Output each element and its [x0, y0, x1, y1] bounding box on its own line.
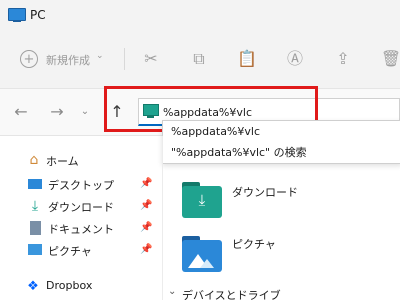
paste-icon[interactable]: 📋: [236, 48, 258, 70]
sidebar-item-home[interactable]: ⌂ ホーム: [0, 150, 160, 172]
chevron-down-icon: ⌄: [96, 51, 104, 61]
copy-icon[interactable]: ⧉: [188, 48, 210, 70]
delete-icon[interactable]: 🗑: [380, 48, 400, 70]
pictures-folder-icon: [182, 236, 222, 272]
content-folder-pictures[interactable]: ピクチャ: [178, 234, 388, 274]
sidebar-item-label: Dropbox: [46, 279, 93, 292]
suggestion-item[interactable]: "%appdata%¥vlc" の検索: [171, 144, 307, 160]
pictures-icon: [28, 244, 42, 255]
sidebar-item-label: ダウンロード: [48, 201, 114, 214]
pane-divider: [162, 136, 163, 300]
sidebar: ⌂ ホーム デスクトップ 📌 ⤓ ダウンロード 📌 ドキュメント 📌 ピクチャ …: [0, 140, 160, 300]
sidebar-item-label: ピクチャ: [48, 245, 92, 258]
sidebar-item-pictures[interactable]: ピクチャ 📌: [0, 240, 160, 262]
recent-chevron-icon[interactable]: ⌄: [78, 104, 92, 120]
download-icon: ⤓: [31, 198, 39, 214]
desktop-icon: [28, 179, 42, 189]
rename-icon[interactable]: Ⓐ: [284, 48, 306, 70]
sidebar-item-documents[interactable]: ドキュメント 📌: [0, 218, 160, 240]
pc-icon-stand: [13, 20, 21, 22]
sidebar-item-label: ホーム: [46, 155, 79, 168]
pin-icon: 📌: [140, 178, 153, 189]
section-devices-drives[interactable]: ⌄ デバイスとドライブ: [168, 286, 398, 302]
home-icon: ⌂: [29, 152, 39, 168]
sidebar-item-label: デスクトップ: [48, 179, 114, 192]
command-bar: + 新規作成 ⌄ ✂ ⧉ 📋 Ⓐ ⇪ 🗑: [0, 30, 400, 89]
sidebar-item-dropbox[interactable]: ❖ Dropbox: [0, 276, 160, 298]
document-icon: [30, 221, 41, 235]
pin-icon: 📌: [140, 222, 153, 233]
back-arrow-icon[interactable]: ←: [12, 103, 30, 121]
title-bar: PC: [0, 0, 400, 30]
download-folder-icon: ⤓: [182, 182, 222, 218]
folder-label: ダウンロード: [232, 186, 298, 199]
address-suggestions: %appdata%¥vlc "%appdata%¥vlc" の検索: [162, 120, 400, 164]
folder-label: ピクチャ: [232, 238, 276, 251]
chevron-down-icon: ⌄: [168, 286, 177, 297]
section-label: デバイスとドライブ: [182, 289, 281, 302]
new-button-label: 新規作成: [46, 54, 90, 67]
cut-icon[interactable]: ✂: [140, 48, 162, 70]
new-button[interactable]: + 新規作成 ⌄: [12, 47, 112, 71]
share-icon[interactable]: ⇪: [332, 48, 354, 70]
toolbar-divider: [124, 48, 125, 70]
dropbox-icon: ❖: [27, 278, 39, 294]
forward-arrow-icon[interactable]: →: [48, 103, 66, 121]
plus-circle-icon: +: [20, 50, 38, 68]
sidebar-item-downloads[interactable]: ⤓ ダウンロード 📌: [0, 196, 160, 218]
pin-icon: 📌: [140, 200, 153, 211]
pin-icon: 📌: [140, 244, 153, 255]
suggestion-item[interactable]: %appdata%¥vlc: [171, 125, 260, 138]
sidebar-item-label: ドキュメント: [48, 223, 114, 236]
sidebar-item-desktop[interactable]: デスクトップ 📌: [0, 174, 160, 196]
window-title: PC: [30, 8, 46, 22]
content-folder-downloads[interactable]: ⤓ ダウンロード: [178, 178, 388, 218]
